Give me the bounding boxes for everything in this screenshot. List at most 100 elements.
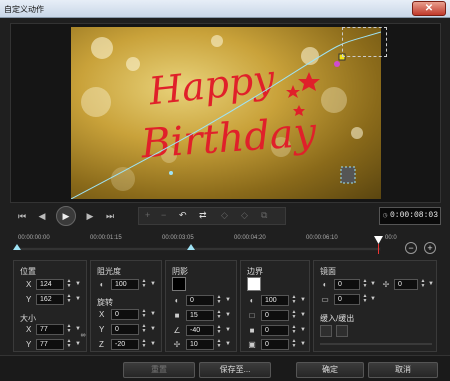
- mirror-distance-stepper[interactable]: ▲ ▼: [361, 294, 369, 305]
- path-control-point[interactable]: [334, 61, 340, 67]
- border-width-input[interactable]: 0: [261, 310, 289, 321]
- border-blur-dropdown[interactable]: ▼: [299, 325, 307, 336]
- border-blur-input[interactable]: 0: [261, 325, 289, 336]
- tick-label: 00:00:00:00: [18, 235, 50, 241]
- mirror-offset-input[interactable]: 0: [394, 279, 418, 290]
- rotation-x-dropdown[interactable]: ▼: [149, 309, 157, 320]
- timecode-display[interactable]: ◷ 0:00:08:03: [379, 207, 441, 225]
- position-y-stepper[interactable]: ▲ ▼: [65, 294, 73, 305]
- timeline-track[interactable]: [16, 247, 381, 251]
- zoom-out-icon[interactable]: −: [405, 242, 417, 254]
- birthday-text-overlay[interactable]: Happy Birthday: [71, 27, 381, 199]
- border-extra-input[interactable]: 0: [261, 339, 289, 350]
- position-y-input[interactable]: 162: [36, 294, 64, 305]
- save-as-button[interactable]: 保存至...: [199, 362, 271, 378]
- mirror-opacity-dropdown[interactable]: ▼: [369, 279, 377, 290]
- close-button[interactable]: ✕: [412, 1, 446, 16]
- position-x-dropdown[interactable]: ▼: [74, 279, 82, 290]
- position-y-dropdown[interactable]: ▼: [74, 294, 82, 305]
- shadow-opacity-dropdown[interactable]: ▼: [224, 295, 232, 306]
- size-y-stepper[interactable]: ▲ ▼: [65, 339, 73, 350]
- easing-slider-track[interactable]: [320, 343, 432, 345]
- prev-keyframe-icon[interactable]: ◇: [221, 210, 228, 221]
- border-extra-stepper[interactable]: ▲ ▼: [290, 339, 298, 350]
- timeline-ruler[interactable]: 00:00:00:00 00:00:01:15 00:00:03:05 00:0…: [10, 232, 441, 256]
- keyframe-marker[interactable]: [13, 244, 21, 250]
- reset-button[interactable]: 重置: [123, 362, 195, 378]
- border-width-stepper[interactable]: ▲ ▼: [290, 310, 298, 321]
- rotation-x-input[interactable]: 0: [111, 309, 139, 320]
- mirror-distance-dropdown[interactable]: ▼: [369, 294, 377, 305]
- reverse-icon[interactable]: ↶: [179, 210, 187, 221]
- opacity-stepper[interactable]: ▲ ▼: [140, 279, 148, 290]
- border-opacity-dropdown[interactable]: ▼: [299, 295, 307, 306]
- mirror-offset-stepper[interactable]: ▲ ▼: [419, 279, 427, 290]
- border-opacity-stepper[interactable]: ▲ ▼: [290, 295, 298, 306]
- shadow-opacity-input[interactable]: 0: [186, 295, 214, 306]
- go-to-start-icon[interactable]: ⏮: [16, 208, 28, 224]
- border-blur-stepper[interactable]: ▲ ▼: [290, 325, 298, 336]
- mirror-opacity-input[interactable]: 0: [334, 279, 360, 290]
- position-x-input[interactable]: 124: [36, 279, 64, 290]
- ease-out-button[interactable]: [336, 325, 348, 337]
- border-opacity-input[interactable]: 100: [261, 295, 289, 306]
- position-x-stepper[interactable]: ▲ ▼: [65, 279, 73, 290]
- selection-box[interactable]: [342, 27, 387, 57]
- link-icon[interactable]: ∞: [78, 331, 88, 341]
- video-frame[interactable]: Happy Birthday: [71, 27, 381, 199]
- size-y-input[interactable]: 77: [36, 339, 64, 350]
- shadow-angle-stepper[interactable]: ▲ ▼: [215, 325, 223, 336]
- add-keyframe-icon[interactable]: +: [145, 210, 150, 220]
- size-x-input[interactable]: 77: [36, 324, 64, 335]
- remove-keyframe-icon[interactable]: −: [161, 210, 166, 220]
- opacity-title: 阻光度: [97, 267, 121, 276]
- shadow-opacity-stepper[interactable]: ▲ ▼: [215, 295, 223, 306]
- rotation-z-input[interactable]: -20: [111, 339, 139, 350]
- shadow-distance-input[interactable]: 10: [186, 339, 214, 350]
- mirror-opacity-stepper[interactable]: ▲ ▼: [361, 279, 369, 290]
- rotation-x-stepper[interactable]: ▲ ▼: [140, 309, 148, 320]
- shadow-angle-dropdown[interactable]: ▼: [224, 325, 232, 336]
- rotation-z-stepper[interactable]: ▲ ▼: [140, 339, 148, 350]
- mirror-distance-input[interactable]: 0: [334, 294, 360, 305]
- border-extra-dropdown[interactable]: ▼: [299, 339, 307, 350]
- rotation-y-stepper[interactable]: ▲ ▼: [140, 324, 148, 335]
- opacity-dropdown[interactable]: ▼: [149, 279, 157, 290]
- opacity-input[interactable]: 100: [111, 279, 139, 290]
- shadow-distance-dropdown[interactable]: ▼: [224, 339, 232, 350]
- next-keyframe-icon[interactable]: ◇: [241, 210, 248, 221]
- clock-icon: ◷: [383, 212, 388, 220]
- rotation-y-dropdown[interactable]: ▼: [149, 324, 157, 335]
- mirror-offset-icon: ✢: [382, 280, 390, 289]
- ok-button[interactable]: 确定: [296, 362, 364, 378]
- path-point[interactable]: [169, 171, 173, 175]
- copy-keyframe-icon[interactable]: ⧉: [261, 210, 267, 221]
- border-width-dropdown[interactable]: ▼: [299, 310, 307, 321]
- play-button[interactable]: ▶: [56, 206, 76, 226]
- mirror-offset-dropdown[interactable]: ▼: [427, 279, 435, 290]
- transform-handle[interactable]: [340, 166, 356, 184]
- shadow-color-swatch[interactable]: [172, 277, 186, 291]
- go-to-end-icon[interactable]: ⏭: [104, 208, 116, 224]
- shadow-distance-stepper[interactable]: ▲ ▼: [215, 339, 223, 350]
- shadow-blur-stepper[interactable]: ▲ ▼: [215, 310, 223, 321]
- shadow-blur-dropdown[interactable]: ▼: [224, 310, 232, 321]
- mirror-distance-icon: ▭: [321, 295, 329, 304]
- previous-frame-icon[interactable]: ◀: [36, 208, 48, 224]
- next-frame-icon[interactable]: ▶: [84, 208, 96, 224]
- shadow-blur-input[interactable]: 15: [186, 310, 214, 321]
- shadow-angle-input[interactable]: -40: [186, 325, 214, 336]
- rotation-y-label: Y: [99, 325, 105, 334]
- border-color-swatch[interactable]: [247, 277, 261, 291]
- size-x-stepper[interactable]: ▲ ▼: [65, 324, 73, 335]
- zoom-in-icon[interactable]: +: [424, 242, 436, 254]
- keyframe-marker[interactable]: [187, 244, 195, 250]
- rotation-z-dropdown[interactable]: ▼: [149, 339, 157, 350]
- swap-icon[interactable]: ⇄: [199, 210, 207, 221]
- playhead[interactable]: [374, 236, 383, 244]
- ease-in-button[interactable]: [320, 325, 332, 337]
- border-panel: 边界 ◐ 100 ▲ ▼ ▼ □ 0 ▲ ▼ ▼ ■ 0 ▲ ▼ ▼ ▣ 0 ▲ ▼ ▼: [240, 260, 310, 352]
- cancel-button[interactable]: 取消: [368, 362, 438, 378]
- rotation-y-input[interactable]: 0: [111, 324, 139, 335]
- window-title: 自定义动作: [4, 5, 44, 14]
